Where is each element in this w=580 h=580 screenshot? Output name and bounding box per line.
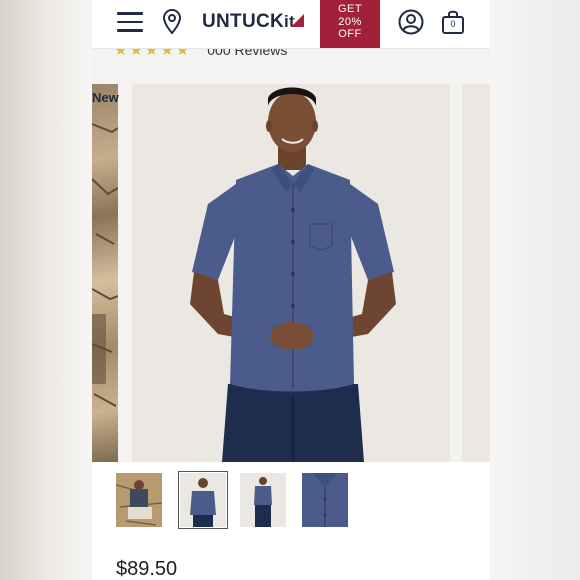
hamburger-menu-icon[interactable] (117, 12, 143, 32)
new-badge: New (92, 90, 119, 105)
phone-screen: UNTUCKit GET 20% OFF 0 ★★★★★ 000 Reviews (92, 0, 490, 580)
thumbnail-fabric-detail-image (302, 473, 348, 527)
cart-count-badge: 0 (450, 19, 456, 29)
user-account-icon[interactable] (398, 9, 424, 35)
map-pin-icon[interactable] (162, 9, 182, 35)
logo-flag-icon (291, 14, 304, 27)
thumbnail-full-front[interactable] (240, 473, 286, 527)
stone-wall-image (92, 123, 118, 407)
thumbnail-lifestyle[interactable] (116, 473, 162, 527)
product-price: $89.50 (116, 558, 178, 580)
next-image-peek[interactable] (462, 84, 490, 462)
logo-text: UNTUCK (202, 11, 285, 32)
thumbnail-fabric-detail[interactable] (302, 473, 348, 527)
promo-line-3: OFF (338, 28, 362, 40)
promo-line-2: 20% (338, 15, 362, 28)
thumbnail-lifestyle-image (116, 473, 162, 527)
thumbnail-front-image (180, 473, 226, 527)
brand-logo[interactable]: UNTUCKit (202, 11, 295, 33)
shopping-bag-icon[interactable]: 0 (440, 9, 466, 35)
promo-line-1: GET (337, 3, 363, 15)
model-in-shirt-image (190, 87, 396, 462)
main-product-photo[interactable] (132, 84, 450, 462)
promo-banner-button[interactable]: GET 20% OFF (320, 0, 380, 48)
thumbnail-front[interactable] (178, 471, 228, 529)
previous-image-peek[interactable] (92, 84, 118, 462)
thumbnail-full-front-image (240, 473, 286, 527)
site-header: UNTUCKit GET 20% OFF 0 (92, 0, 490, 49)
